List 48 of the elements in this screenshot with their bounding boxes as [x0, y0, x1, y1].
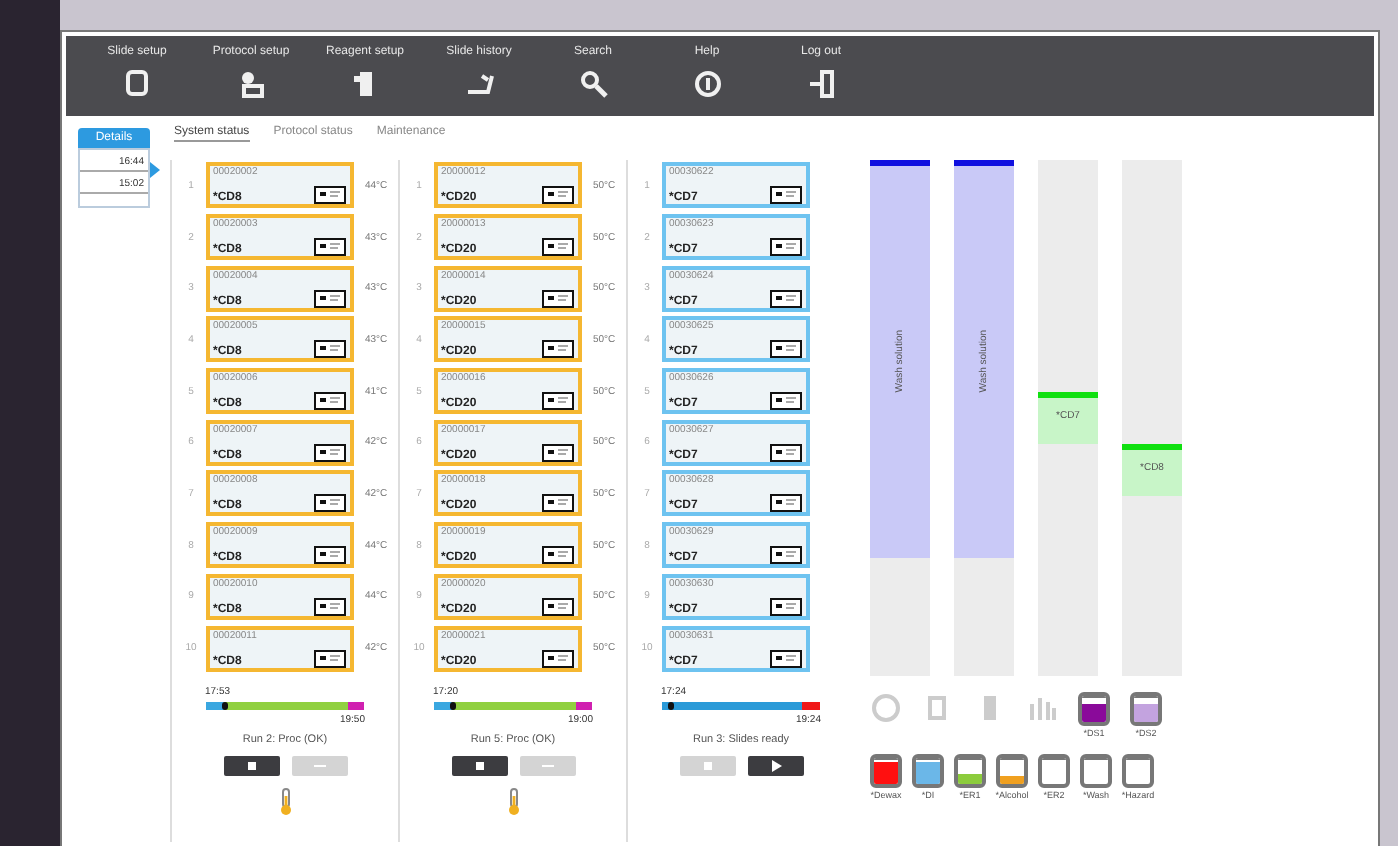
- slide-label-icon: [541, 546, 573, 565]
- slide-label-icon: [313, 186, 345, 205]
- bottle-icon[interactable]: [1082, 696, 1106, 722]
- slide-label-icon: [769, 289, 801, 308]
- slide-label-icon: [313, 597, 345, 616]
- slide-icon: [121, 68, 153, 100]
- slide-label-icon: [541, 392, 573, 411]
- logout-icon: [805, 68, 837, 100]
- search-icon: [577, 68, 609, 100]
- play-icon: [767, 757, 783, 774]
- slide-label-icon: [313, 546, 345, 565]
- help-icon: [691, 68, 723, 100]
- slide-label-icon: [769, 546, 801, 565]
- stop-button[interactable]: [223, 755, 279, 776]
- bottle-icon[interactable]: [1042, 758, 1066, 784]
- slide-label-icon: [541, 494, 573, 513]
- slide-label-icon: [541, 186, 573, 205]
- slide-label-icon: [313, 494, 345, 513]
- slide-label-icon: [769, 238, 801, 257]
- slide-label-icon: [769, 392, 801, 411]
- slide-label-icon: [313, 392, 345, 411]
- slide-label-icon: [541, 649, 573, 668]
- bottle-icon[interactable]: [874, 758, 898, 784]
- bottle-icon[interactable]: [1000, 758, 1024, 784]
- slide-label-icon: [541, 597, 573, 616]
- slide-label-icon: [541, 238, 573, 257]
- slide-label-icon: [313, 289, 345, 308]
- slide-label-icon: [313, 340, 345, 359]
- slide-label-icon: [769, 340, 801, 359]
- bottle-icon[interactable]: [1134, 696, 1158, 722]
- slide-label-icon: [769, 494, 801, 513]
- slide-label-icon: [769, 443, 801, 462]
- play-button[interactable]: [747, 755, 803, 776]
- bottle-icon[interactable]: [1084, 758, 1108, 784]
- slide-label-icon: [541, 340, 573, 359]
- slide-label-icon: [769, 186, 801, 205]
- slide-label-icon: [313, 649, 345, 668]
- slide-label-icon: [769, 649, 801, 668]
- slide-label-icon: [313, 443, 345, 462]
- slide-label-icon: [541, 443, 573, 462]
- bottle-icon[interactable]: [1126, 758, 1150, 784]
- pointer-icon: [150, 162, 160, 178]
- slide-label-icon: [541, 289, 573, 308]
- slide-label-icon: [313, 238, 345, 257]
- stop-button[interactable]: [451, 755, 507, 776]
- slide-label-icon: [769, 597, 801, 616]
- bottle-icon[interactable]: [958, 758, 982, 784]
- bottle-icon[interactable]: [916, 758, 940, 784]
